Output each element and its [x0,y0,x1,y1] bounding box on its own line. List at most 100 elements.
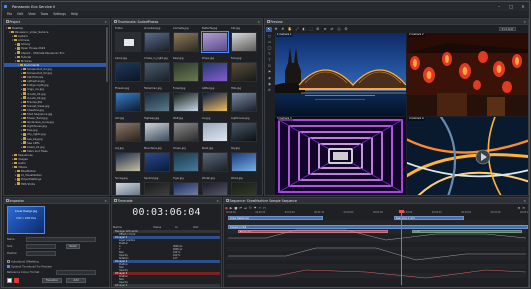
preview-tool-button[interactable]: ⤢ [294,27,300,32]
preview-tool-button[interactable]: ◐ [301,27,307,32]
autoadjust-checkbox[interactable]: Autoadjust Offsetting [7,260,39,264]
transition-button[interactable]: Transition [42,278,62,283]
thumbnail-item[interactable] [202,92,228,112]
highway-image [407,117,528,195]
color-swatch-red[interactable] [14,278,19,283]
play-icon[interactable]: ▶ [230,206,232,210]
preview-tool-button[interactable]: ⊞ [315,27,321,32]
thumbnail-item[interactable] [231,32,257,52]
thumbnail-item[interactable] [173,92,199,112]
menu-help[interactable]: Help [71,12,78,16]
thumbnail-item[interactable] [173,152,199,172]
thumbnail-item[interactable] [173,182,199,195]
zoom-out-icon[interactable]: ⊖ [522,206,525,210]
size-field[interactable] [26,244,56,249]
add-button[interactable]: Add [66,278,86,283]
thumbnail-item[interactable] [201,31,229,53]
thumbnail-label: Snowy.jpg [115,177,128,180]
thumbnail-item[interactable] [115,92,141,112]
thumbnail-item[interactable] [115,182,141,195]
preview-tool-button[interactable]: ⊕ [280,27,286,32]
thumbnail-item[interactable] [173,32,199,52]
rewind-icon[interactable]: ⏮ [239,206,242,210]
thumbnail-item[interactable] [144,92,170,112]
thumbnail-label: Lighthouse.jpg [231,117,250,120]
camera-2-view[interactable]: 2 Camera 2 [407,33,528,116]
panel-close-icon[interactable]: ✕ [216,199,219,203]
camera-4-view[interactable]: 4 Camera 4 [407,117,528,195]
close-button[interactable]: ✕ [517,2,529,11]
timeline-ruler[interactable]: 00:00:00 00:00:30 00:01:00 00:01:30 00:02:00… [226,211,528,215]
optimal-thumbnail-checkbox[interactable]: Optimal Thumbnail For Preview [7,265,52,269]
thumbnail-item[interactable] [202,182,228,195]
marker-icon[interactable]: ⚑ [254,206,257,210]
camera-1-view[interactable]: 1 Camera 1 [275,33,406,116]
preview-tool-button[interactable]: ✋ [287,27,293,32]
reset-button[interactable]: Reset [66,244,80,249]
color-format-select[interactable] [56,270,96,275]
thumbnail-item[interactable] [231,62,257,82]
maximize-button[interactable]: □ [505,2,517,11]
cut-icon[interactable]: ✂ [259,206,262,210]
thumbnail-item[interactable] [231,92,257,112]
panel-close-icon[interactable]: ✕ [104,199,107,203]
thumbnail-item[interactable] [115,62,141,82]
ruler-tick-label: 00:04:00 [461,211,472,214]
zoom-in-icon[interactable]: ⊕ [518,206,521,210]
menu-edit[interactable]: Edit [17,12,23,16]
panel-close-icon[interactable]: ✕ [257,20,260,24]
menu-view[interactable]: View [28,12,35,16]
forward-icon[interactable]: ⏭ [244,206,247,210]
minimize-button[interactable]: – [493,2,505,11]
menu-settings[interactable]: Settings [53,12,66,16]
thumbnail-item[interactable] [202,62,228,82]
thumbnail-item[interactable] [144,152,170,172]
panel-close-icon[interactable]: ✕ [523,20,526,24]
preview-tool-button[interactable]: ✥ [273,27,279,32]
playhead[interactable] [401,210,402,285]
side-tool-button[interactable]: ⊘ [266,87,273,93]
thumbnail-item[interactable] [115,32,141,52]
thumbnail-item[interactable] [115,152,141,172]
loop-icon[interactable]: ↻ [249,206,252,210]
thumbnail-item[interactable] [144,62,170,82]
preview-tool-button[interactable]: ⬚ [308,27,314,32]
thumbnail-item[interactable] [173,62,199,82]
color-swatch[interactable] [7,278,12,283]
magnet-icon[interactable]: ⊓ [263,206,266,210]
panel-close-icon[interactable]: ✕ [104,20,107,24]
thumbnail-item[interactable] [144,122,170,142]
tree-item[interactable]: ▸ HRS Shots [4,182,108,186]
menu-file[interactable]: File [7,12,12,16]
position-field[interactable] [26,251,56,256]
property-row[interactable]: 04 Layer 4 [113,284,220,287]
thumbnail-item[interactable] [231,122,257,142]
preview-tool-button[interactable]: ≡ [322,27,328,32]
thumbnail-item[interactable] [173,122,199,142]
thumbnail-item[interactable] [144,182,170,195]
thumbnail-item[interactable] [231,182,257,195]
panel-close-icon[interactable]: ✕ [523,199,526,203]
record-icon[interactable]: ● [225,206,228,210]
preview-tool-button[interactable]: ⚙ [343,27,349,32]
layout-select[interactable]: 2×2 Grid [498,26,516,31]
thumbnail-item[interactable] [202,122,228,142]
playhead-handle-icon[interactable] [399,210,404,213]
menu-tools[interactable]: Tools [41,12,49,16]
folder-icon [23,96,26,99]
preview-tool-button[interactable]: ↖ [266,26,272,32]
preview-tool-button[interactable]: ⇄ [329,27,335,32]
thumbnail-item[interactable] [202,152,228,172]
folder-icon [20,63,23,66]
camera-3-view[interactable]: 3 Camera 3 [275,117,406,195]
inspector-label: Position [7,252,18,255]
thumbnail-item[interactable] [231,152,257,172]
stop-icon[interactable]: ■ [234,206,237,210]
thumbnail-label: Ice.jpg [202,117,211,120]
keyframe-curves[interactable] [226,220,528,286]
preview-tool-button[interactable]: ◎ [336,27,342,32]
thumbnail-item[interactable] [115,122,141,142]
tree-scrollbar[interactable] [106,27,108,82]
name-field[interactable] [26,237,96,242]
thumbnail-item[interactable] [144,32,170,52]
